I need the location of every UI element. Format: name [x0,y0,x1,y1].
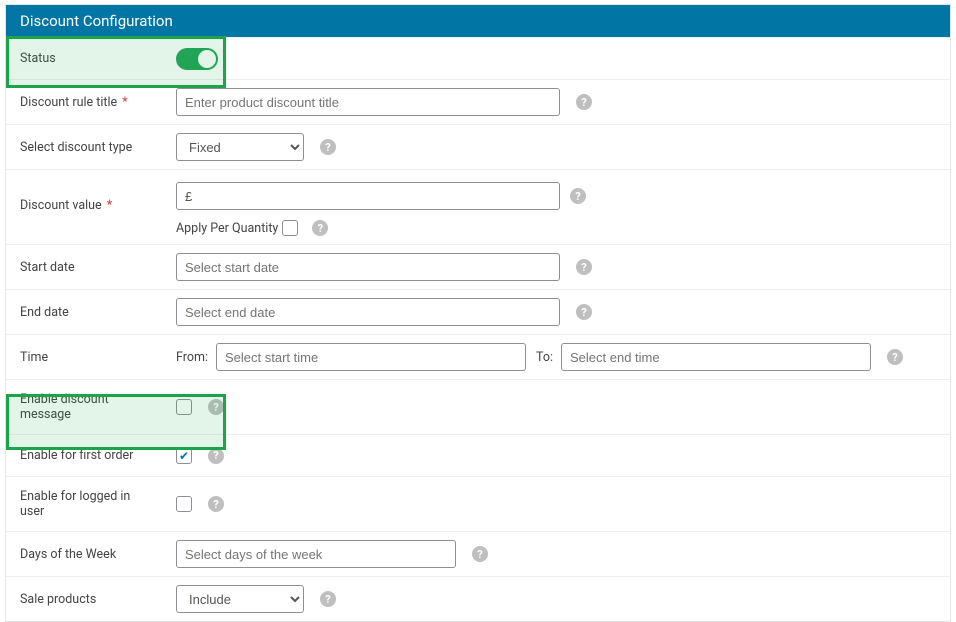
label-enable-msg: Enable discount message [6,380,168,434]
start-date-input[interactable] [176,253,560,281]
apply-per-qty-label: Apply Per Quantity [176,221,278,236]
label-days: Days of the Week [6,535,168,574]
label-first-order: Enable for first order [6,436,168,475]
status-toggle[interactable] [176,48,218,70]
label-type: Select discount type [6,128,168,167]
row-status: Status [6,37,950,79]
discount-config-panel: Discount Configuration Status Discount r… [5,4,951,622]
row-enable-msg: Enable discount message ? [6,379,950,434]
sale-products-select[interactable]: Include [176,585,304,613]
logged-in-checkbox[interactable] [176,496,192,512]
discount-type-select[interactable]: Fixed [176,133,304,161]
row-end-date: End date ? [6,289,950,334]
from-label: From: [176,350,208,365]
row-logged-in: Enable for logged in user ? [6,476,950,531]
label-logged-in: Enable for logged in user [6,477,168,531]
end-time-input[interactable] [561,343,871,371]
label-status: Status [6,39,168,78]
row-value: Discount value * ? Apply Per Quantity ? [6,169,950,244]
row-first-order: Enable for first order ? [6,434,950,476]
help-icon[interactable]: ? [576,304,592,320]
enable-msg-checkbox[interactable] [176,399,192,415]
panel-title: Discount Configuration [20,12,173,30]
first-order-checkbox[interactable] [176,448,192,464]
help-icon[interactable]: ? [208,448,224,464]
required-marker: * [122,95,127,110]
help-icon[interactable]: ? [570,188,586,204]
label-title: Discount rule title [20,95,117,110]
row-time: Time From: To: ? [6,334,950,379]
help-icon[interactable]: ? [576,94,592,110]
label-time: Time [6,338,168,377]
row-type: Select discount type Fixed ? [6,124,950,169]
row-days: Days of the Week ? [6,531,950,576]
required-marker: * [107,198,112,213]
help-icon[interactable]: ? [472,546,488,562]
discount-title-input[interactable] [176,88,560,116]
row-start-date: Start date ? [6,244,950,289]
help-icon[interactable]: ? [208,496,224,512]
label-sale: Sale products [6,580,168,619]
label-end: End date [6,293,168,332]
help-icon[interactable]: ? [887,349,903,365]
label-value: Discount value [20,198,102,213]
panel-header: Discount Configuration [6,5,950,37]
help-icon[interactable]: ? [320,591,336,607]
help-icon[interactable]: ? [576,259,592,275]
discount-value-input[interactable] [176,182,560,210]
start-time-input[interactable] [216,343,526,371]
help-icon[interactable]: ? [208,399,224,415]
label-start: Start date [6,248,168,287]
apply-per-qty-checkbox[interactable] [282,220,298,236]
to-label: To: [536,350,553,365]
help-icon[interactable]: ? [312,220,328,236]
end-date-input[interactable] [176,298,560,326]
row-title: Discount rule title * ? [6,79,950,124]
days-input[interactable] [176,540,456,568]
help-icon[interactable]: ? [320,139,336,155]
row-sale-products: Sale products Include ? [6,576,950,621]
